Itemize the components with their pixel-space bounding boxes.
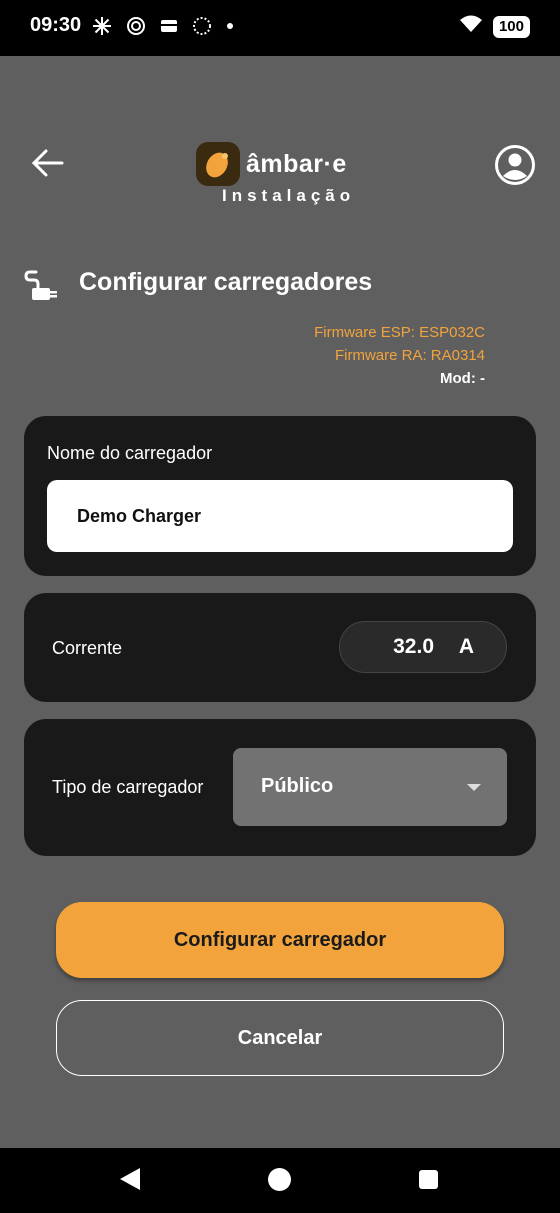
charger-type-select[interactable]: Público [233, 748, 507, 826]
dot-icon [226, 22, 234, 30]
dotted-circle-icon [192, 16, 212, 36]
status-icons [92, 16, 234, 36]
charger-name-card: Nome do carregador [24, 416, 536, 576]
status-time: 09:30 [30, 14, 82, 36]
back-arrow-icon[interactable] [28, 144, 66, 182]
battery-icon: 100 [492, 15, 530, 38]
charger-name-input[interactable] [47, 480, 513, 552]
charger-type-value: Público [261, 775, 334, 797]
wifi-icon [459, 14, 483, 39]
header-subtitle: Instalação [222, 186, 356, 205]
firmware-mod: Mod: - [440, 370, 485, 387]
status-bar: 09:30 100 [0, 0, 560, 56]
firmware-esp: Firmware ESP: ESP032C [314, 324, 485, 341]
current-label: Corrente [52, 638, 123, 658]
amber-logo-icon [196, 142, 240, 186]
target-icon [126, 16, 146, 36]
current-input[interactable]: 32.0 A [339, 621, 507, 673]
wallet-icon [160, 18, 178, 34]
brand-name: âmbar·e [246, 149, 347, 178]
system-nav-bar [0, 1148, 560, 1213]
charger-name-label: Nome do carregador [47, 443, 213, 463]
dropdown-caret-icon [467, 784, 481, 791]
page-title: Configurar carregadores [79, 268, 373, 296]
nav-recents-icon[interactable] [419, 1170, 438, 1189]
configure-charger-button[interactable]: Configurar carregador [56, 902, 504, 978]
firmware-ra: Firmware RA: RA0314 [334, 347, 485, 364]
nav-back-icon[interactable] [120, 1168, 140, 1190]
cancel-button[interactable]: Cancelar [56, 1000, 504, 1076]
nav-home-icon[interactable] [268, 1168, 291, 1191]
charger-type-card: Tipo de carregador Público [24, 719, 536, 856]
charger-type-label: Tipo de carregador [52, 777, 204, 797]
brand-logo: âmbar·e [196, 142, 347, 186]
current-value: 32.0 [393, 635, 434, 658]
current-card: Corrente 32.0 A [24, 593, 536, 702]
asterisk-icon [92, 16, 112, 36]
profile-icon[interactable] [494, 144, 536, 186]
charger-plug-icon [22, 268, 60, 304]
status-right: 100 [459, 14, 530, 39]
current-unit: A [458, 635, 474, 658]
